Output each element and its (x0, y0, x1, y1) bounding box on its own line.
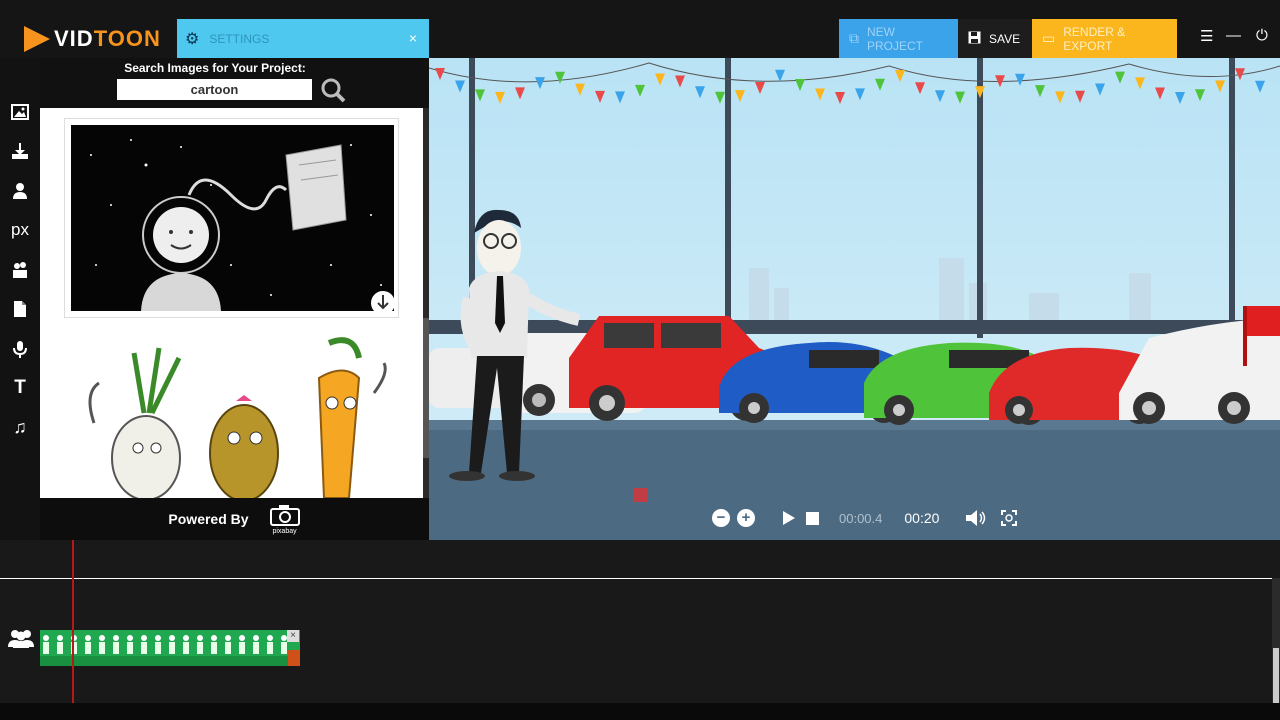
music-icon: ♫ (13, 417, 27, 438)
playhead[interactable] (72, 540, 74, 703)
pixabay-logo[interactable]: pixabay (269, 504, 301, 535)
sidebar-item-documents[interactable] (0, 290, 40, 330)
document-icon (14, 301, 26, 318)
image-results (40, 108, 423, 498)
camera-icon (269, 504, 300, 526)
astronaut-illustration (71, 125, 394, 311)
sidebar-item-props[interactable] (0, 250, 40, 290)
logo-text-toon: TOON (93, 26, 161, 51)
settings-tab[interactable]: ⚙ SETTINGS × (177, 19, 429, 58)
stop-button[interactable] (806, 511, 819, 525)
image-library-panel: Search Images for Your Project: cartoon … (40, 58, 429, 540)
powered-by-label: Powered By (168, 511, 249, 527)
search-icon (321, 78, 346, 103)
render-export-button[interactable]: ▭ RENDER & EXPORT (1032, 19, 1177, 58)
settings-close-icon[interactable]: × (409, 30, 417, 46)
microphone-icon (13, 340, 27, 358)
save-label: SAVE (989, 31, 1021, 46)
search-button[interactable] (320, 77, 346, 103)
monitor-icon: ▭ (1042, 30, 1056, 46)
logo-text-vid: VID (54, 26, 94, 51)
powered-by-bar: Powered By pixabay (40, 498, 429, 540)
stage-marker[interactable] (633, 488, 647, 502)
vidtoon-logo: VID TOON (24, 24, 161, 54)
timeline-ruler (0, 578, 1272, 579)
image-icon (11, 103, 29, 120)
play-button[interactable] (782, 510, 796, 526)
pixabay-icon: px (11, 220, 29, 240)
clip-bottom-strip (40, 656, 300, 666)
current-time: 00:00.4 (839, 510, 883, 526)
sidebar-item-images[interactable] (0, 92, 40, 132)
clip-end-handle[interactable] (288, 650, 300, 666)
volume-button[interactable] (965, 510, 987, 526)
fullscreen-icon (1001, 510, 1018, 526)
vidtoon-app: VID TOON ⚙ SETTINGS × ⧉ NEW PROJECT SAVE… (0, 0, 1280, 720)
car-showroom-scene (429, 58, 1280, 540)
search-title: Search Images for Your Project: (124, 61, 306, 75)
search-input[interactable] (117, 79, 312, 100)
timeline-scrollbar-thumb[interactable] (1273, 648, 1279, 703)
gear-icon: ⚙ (185, 30, 200, 48)
stop-icon (806, 511, 819, 525)
scene-canvas[interactable]: − + 00:00.4 00:20 (429, 58, 1280, 540)
download-icon (12, 143, 28, 160)
sidebar-item-text[interactable]: T (0, 369, 40, 409)
timeline[interactable]: × (0, 540, 1280, 703)
zoom-out-button[interactable]: − (712, 509, 730, 527)
new-project-label: NEW PROJECT (867, 24, 924, 53)
volume-icon (966, 510, 986, 526)
sidebar-item-pixabay[interactable]: px (0, 211, 40, 251)
render-export-label: RENDER & EXPORT (1063, 24, 1126, 53)
floppy-disk-icon (968, 31, 981, 47)
logo-play-icon (24, 26, 50, 52)
top-bar: VID TOON ⚙ SETTINGS × ⧉ NEW PROJECT SAVE… (0, 0, 1280, 58)
text-icon: T (14, 377, 26, 399)
timeline-scrollbar[interactable] (1272, 578, 1280, 703)
fullscreen-button[interactable] (1001, 510, 1018, 526)
props-icon (13, 261, 27, 278)
playback-controls: − + 00:00.4 00:20 (712, 505, 1018, 531)
sidebar-item-music[interactable]: ♫ (0, 408, 40, 448)
user-icon (13, 182, 27, 199)
menu-icon[interactable]: ☰ (1200, 27, 1213, 45)
left-toolbar: px T ♫ (0, 92, 40, 448)
new-project-button[interactable]: ⧉ NEW PROJECT (839, 19, 958, 58)
track-users-icon[interactable] (7, 628, 35, 648)
sidebar-item-upload[interactable] (0, 132, 40, 172)
pixabay-logo-text: pixabay (272, 527, 297, 535)
sidebar-item-voice[interactable] (0, 329, 40, 369)
zoom-in-button[interactable]: + (737, 509, 755, 527)
save-button[interactable]: SAVE (958, 19, 1032, 58)
sidebar-item-characters[interactable] (0, 171, 40, 211)
minimize-icon[interactable]: — (1226, 27, 1241, 44)
result-image-vegetables[interactable] (64, 333, 399, 498)
total-duration: 00:20 (904, 510, 940, 526)
new-project-icon: ⧉ (849, 30, 859, 46)
power-icon[interactable]: ⏻ (1256, 27, 1268, 44)
play-icon (783, 511, 795, 525)
timeline-clip[interactable] (40, 630, 300, 666)
footer-bar (0, 703, 1280, 720)
vegetables-illustration (64, 333, 399, 498)
clip-close-icon[interactable]: × (287, 630, 299, 642)
settings-label: SETTINGS (209, 31, 270, 46)
result-image-astronaut[interactable] (64, 118, 399, 318)
